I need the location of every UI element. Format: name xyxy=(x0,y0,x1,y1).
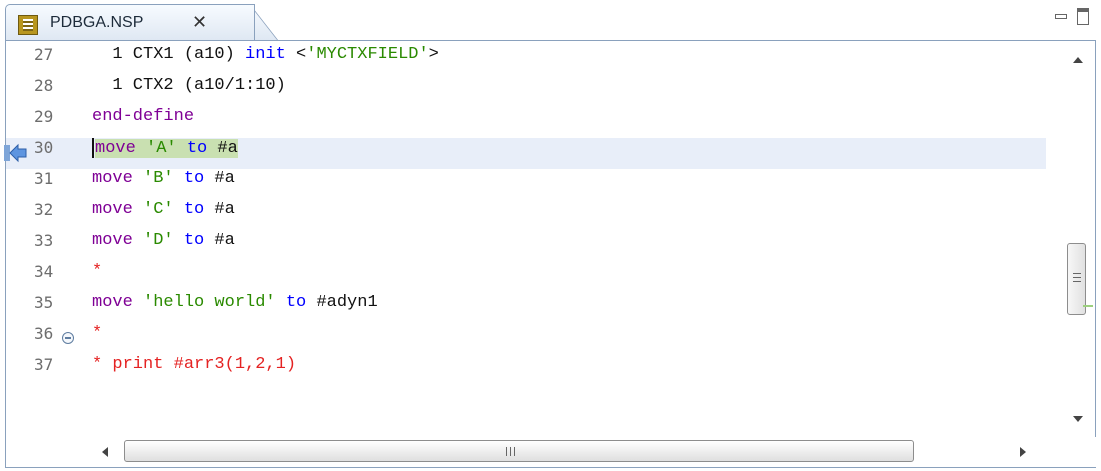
code-token: move xyxy=(92,169,133,188)
editor-tab-bar: PDBGA.NSP ✕ xyxy=(0,0,1101,40)
code-token: to xyxy=(183,231,205,250)
scroll-left-icon[interactable] xyxy=(102,447,108,457)
code-token: to xyxy=(183,169,205,188)
code-line[interactable]: 27 1 CTX1 (a10) init <'MYCTXFIELD'> xyxy=(6,45,1046,76)
code-line[interactable]: 31 move 'B' to #a xyxy=(6,169,1046,200)
code-token: end-define xyxy=(92,107,195,126)
line-number: 37 xyxy=(34,355,54,374)
line-number: 28 xyxy=(34,76,54,95)
scroll-right-icon[interactable] xyxy=(1020,447,1026,457)
code-line[interactable]: 28 1 CTX2 (a10/1:10) xyxy=(6,76,1046,107)
code-text: 1 CTX2 (a10/1:10) xyxy=(92,76,286,107)
overview-ruler-marker[interactable] xyxy=(1083,305,1093,307)
line-number: 27 xyxy=(34,45,54,64)
code-token: to xyxy=(183,200,205,219)
scroll-down-icon[interactable] xyxy=(1073,416,1083,422)
code-token: 1 CTX1 (a10) xyxy=(92,45,246,64)
vertical-scrollbar[interactable] xyxy=(1065,45,1093,430)
code-token: to xyxy=(186,139,208,159)
code-token: 'D' xyxy=(143,231,174,250)
code-line[interactable]: 37 * print #arr3(1,2,1) xyxy=(6,355,1046,386)
code-token: > xyxy=(428,45,439,64)
editor-tab[interactable]: PDBGA.NSP ✕ xyxy=(5,4,255,40)
code-line[interactable]: 36 * xyxy=(6,324,1046,355)
natural-source-file-icon xyxy=(18,15,38,35)
window-controls xyxy=(1055,4,1095,34)
maximize-icon[interactable] xyxy=(1077,8,1089,25)
code-text: * xyxy=(92,324,102,355)
code-token: 'hello world' xyxy=(143,293,276,312)
line-number: 31 xyxy=(34,169,54,188)
scroll-thumb-grip-icon xyxy=(506,447,516,456)
code-token: 'C' xyxy=(143,200,174,219)
tab-title: PDBGA.NSP xyxy=(50,14,144,31)
line-number: 32 xyxy=(34,200,54,219)
code-token: #a xyxy=(204,200,235,219)
close-tab-icon[interactable]: ✕ xyxy=(192,13,207,33)
code-token: init xyxy=(245,45,286,64)
line-number: 30 xyxy=(34,138,54,157)
code-token: move xyxy=(95,139,136,159)
scroll-thumb-grip-icon xyxy=(1073,273,1081,284)
fold-collapse-icon[interactable] xyxy=(62,332,74,344)
code-text: end-define xyxy=(92,107,194,138)
code-text: move 'C' to #a xyxy=(92,200,235,231)
code-token: < xyxy=(285,45,307,64)
code-token: * xyxy=(92,324,103,343)
code-line[interactable]: 32 move 'C' to #a xyxy=(6,200,1046,231)
minimize-icon[interactable] xyxy=(1055,14,1067,19)
current-statement-highlight: move 'A' to #a xyxy=(95,139,238,159)
code-token: to xyxy=(285,293,307,312)
code-token: #adyn1 xyxy=(306,293,378,312)
horizontal-scrollbar[interactable] xyxy=(86,437,1096,467)
debug-current-line-icon xyxy=(4,143,27,163)
code-token: 'A' xyxy=(146,139,177,159)
code-line[interactable]: 34 * xyxy=(6,262,1046,293)
code-line[interactable]: 29 end-define xyxy=(6,107,1046,138)
line-number: 35 xyxy=(34,293,54,312)
code-token: 1 CTX2 (a10/1:10) xyxy=(92,76,286,95)
line-number: 34 xyxy=(34,262,54,281)
code-text: * xyxy=(92,262,102,293)
code-token: * print #arr3(1,2,1) xyxy=(92,355,297,374)
code-text: * print #arr3(1,2,1) xyxy=(92,355,296,386)
line-number: 33 xyxy=(34,231,54,250)
code-token: move xyxy=(92,231,133,250)
source-editor[interactable]: 27 1 CTX1 (a10) init <'MYCTXFIELD'> 28 1 … xyxy=(4,40,1096,468)
code-lines: 27 1 CTX1 (a10) init <'MYCTXFIELD'> 28 1 … xyxy=(4,45,1046,386)
code-line[interactable]: 33 move 'D' to #a xyxy=(6,231,1046,262)
code-text: move 'D' to #a xyxy=(92,231,235,262)
scroll-up-icon[interactable] xyxy=(1073,57,1083,63)
code-token: #a xyxy=(204,231,235,250)
code-line[interactable]: 35 move 'hello world' to #adyn1 xyxy=(6,293,1046,324)
line-number: 29 xyxy=(34,107,54,126)
code-token: #a xyxy=(207,139,238,159)
code-text: move 'B' to #a xyxy=(92,169,235,200)
code-text: move 'A' to #a xyxy=(92,138,238,169)
code-token: move xyxy=(92,293,133,312)
horizontal-scroll-thumb[interactable] xyxy=(124,440,914,462)
code-text: move 'hello world' to #adyn1 xyxy=(92,293,378,324)
text-cursor xyxy=(92,138,94,158)
code-line[interactable]: 30 move 'A' to #a xyxy=(4,138,1046,169)
code-token: move xyxy=(92,200,133,219)
code-text: 1 CTX1 (a10) init <'MYCTXFIELD'> xyxy=(92,45,439,76)
code-token: 'MYCTXFIELD' xyxy=(306,45,429,64)
code-token: * xyxy=(92,262,103,281)
code-token: #a xyxy=(204,169,235,188)
line-number: 36 xyxy=(34,324,54,343)
code-token: 'B' xyxy=(143,169,174,188)
